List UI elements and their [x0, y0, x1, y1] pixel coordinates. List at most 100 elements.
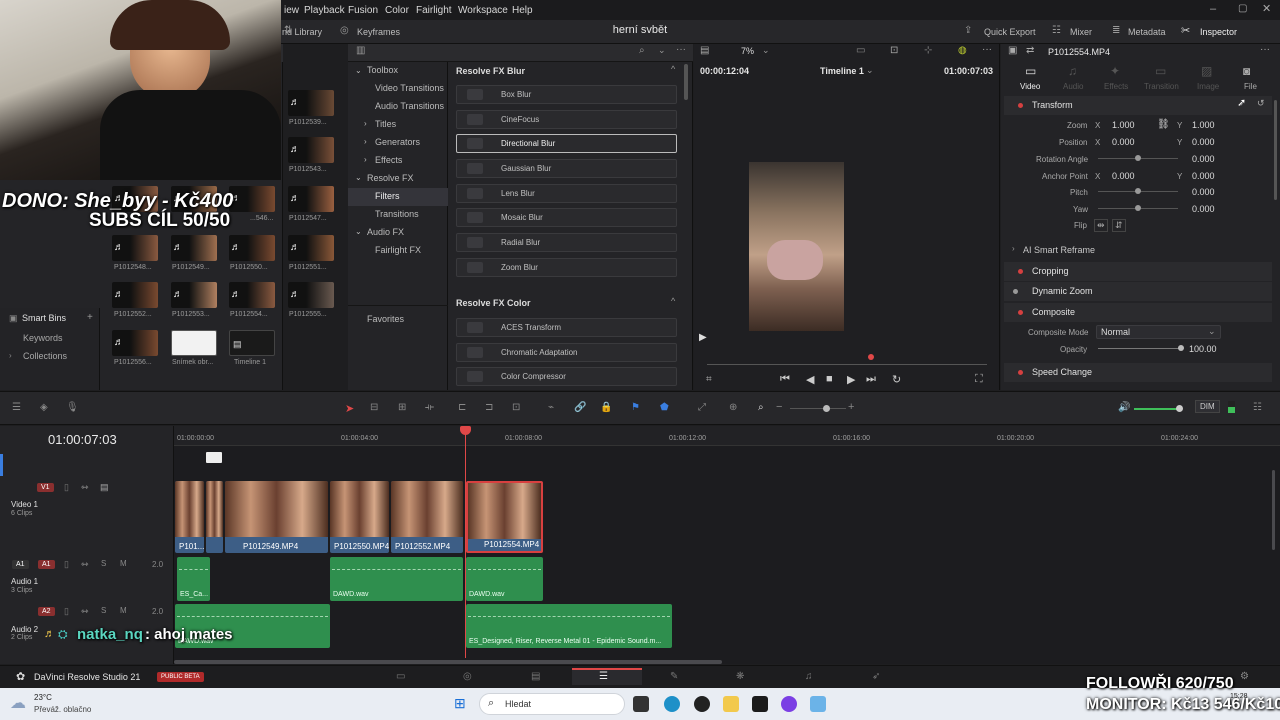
lock-icon[interactable]: 🔒 [600, 402, 612, 413]
rotation-value[interactable]: 0.000 [1192, 154, 1215, 164]
composite-enable-dot[interactable] [1018, 310, 1023, 315]
reverse-play-icon[interactable]: ◀ [806, 373, 814, 386]
cut-page-icon[interactable]: ◎ [463, 671, 472, 682]
tree-transitions[interactable]: Transitions [375, 209, 419, 219]
zoom-custom-icon[interactable]: ⌕ [758, 402, 764, 413]
video-clip[interactable]: P1012550.MP4 [330, 481, 389, 553]
replace-clip-icon[interactable]: ⊡ [512, 402, 520, 413]
clip-thumbnail[interactable]: ♬ [171, 235, 217, 261]
mixer-toggle-icon[interactable]: ☷ [1253, 402, 1262, 413]
audio-clip[interactable]: ES_Ca... [177, 557, 210, 601]
microphone-icon[interactable]: 🎙 [66, 402, 79, 413]
windows-start-icon[interactable]: ⊞ [454, 695, 466, 712]
opacity-slider-knob[interactable] [1178, 345, 1184, 351]
menu-view[interactable]: iew [284, 5, 299, 16]
app-icon[interactable] [810, 696, 826, 712]
crop-icon[interactable]: ⌗ [706, 374, 712, 385]
timeline-zoom-knob[interactable] [823, 405, 830, 412]
stop-icon[interactable]: ■ [826, 373, 833, 385]
collapse-icon[interactable]: ^ [671, 64, 675, 74]
pitch-slider-knob[interactable] [1135, 188, 1141, 194]
a1-source-tag[interactable]: A1 [12, 560, 29, 569]
menu-fusion[interactable]: Fusion [348, 5, 378, 16]
minimize-icon[interactable]: – [1210, 3, 1216, 15]
fairlight-page-icon[interactable]: ♫ [805, 671, 813, 682]
inspector-scrollbar[interactable] [1274, 100, 1277, 200]
opacity-slider[interactable] [1098, 348, 1182, 349]
composite-section[interactable]: Composite [1004, 303, 1272, 322]
tab-image[interactable]: Image [1197, 82, 1219, 91]
chevron-down-icon[interactable]: ⌄ [762, 45, 770, 56]
cropping-section[interactable]: Cropping [1004, 262, 1272, 281]
smart-bins-label[interactable]: Smart Bins [22, 313, 66, 323]
color-icon[interactable]: ◍ [958, 45, 967, 56]
viewer-scrubber[interactable] [707, 364, 987, 365]
volume-slider[interactable] [1134, 408, 1180, 410]
chevron-right-icon[interactable]: › [9, 351, 12, 360]
cropping-enable-dot[interactable] [1018, 269, 1023, 274]
chevron-right-icon[interactable]: › [364, 119, 367, 128]
more-options-icon[interactable]: ··· [676, 44, 686, 55]
tree-favorites[interactable]: Favorites [367, 314, 404, 324]
viewer-layout-icon[interactable]: ▤ [700, 45, 709, 56]
maximize-icon[interactable]: ▢ [1238, 3, 1247, 14]
speed-change-section[interactable]: Speed Change [1004, 363, 1272, 382]
effects-scrollbar[interactable] [684, 64, 688, 100]
speaker-icon[interactable]: 🔊 [1118, 402, 1130, 413]
insert-clip-icon[interactable]: ⊏ [458, 402, 466, 413]
tree-toolbox[interactable]: Toolbox [367, 65, 398, 75]
transition-tab-icon[interactable]: ▭ [1155, 64, 1166, 78]
tree-fairlight-fx[interactable]: Fairlight FX [375, 245, 421, 255]
fusion-page-icon[interactable]: ✎ [670, 671, 678, 682]
zoom-detail-icon[interactable]: ⊕ [729, 402, 737, 413]
deliver-page-icon[interactable]: ➶ [872, 671, 880, 682]
fx-box-blur[interactable]: Box Blur [456, 85, 677, 104]
clip-thumbnail[interactable]: ♬ [288, 282, 334, 308]
viewer-playhead[interactable] [868, 354, 874, 360]
timeline-scrollbar[interactable] [174, 660, 722, 664]
collapse-icon[interactable]: ^ [671, 296, 675, 306]
fx-gaussian-blur[interactable]: Gaussian Blur [456, 159, 677, 178]
screenshot-thumbnail[interactable] [171, 330, 217, 356]
tab-video[interactable]: Video [1020, 82, 1040, 91]
fx-radial-blur[interactable]: Radial Blur [456, 233, 677, 252]
sort-icon[interactable]: ⇅ [284, 25, 292, 36]
overwrite-clip-icon[interactable]: ⊐ [485, 402, 493, 413]
auto-select-icon[interactable]: ⇿ [81, 606, 89, 617]
transform-icon[interactable]: ⊹ [924, 45, 932, 56]
timeline-vscrollbar[interactable] [1272, 470, 1275, 550]
zoom-full-icon[interactable]: ⤢ [698, 402, 706, 413]
tab-transition[interactable]: Transition [1144, 82, 1179, 91]
anchor-y-value[interactable]: 0.000 [1192, 171, 1215, 181]
tree-effects[interactable]: Effects [375, 155, 402, 165]
audio-tab-icon[interactable]: ♫ [1068, 64, 1077, 78]
fx-aces-transform[interactable]: ACES Transform [456, 318, 677, 337]
viewer-mode-icon[interactable]: ▭ [856, 45, 865, 56]
tree-audio-fx[interactable]: Audio FX [367, 227, 404, 237]
ai-smart-reframe[interactable]: AI Smart Reframe [1023, 245, 1095, 255]
inspector-button[interactable]: Inspector [1200, 27, 1237, 37]
composite-mode-select[interactable]: Normal ⌄ [1096, 325, 1221, 339]
zoom-x-value[interactable]: 1.000 [1112, 120, 1135, 130]
panel-layout-icon[interactable]: ▥ [356, 45, 365, 56]
menu-fairlight[interactable]: Fairlight [416, 5, 452, 16]
lock-track-icon[interactable]: ▯ [64, 559, 69, 570]
rotation-slider-knob[interactable] [1135, 155, 1141, 161]
fx-zoom-blur[interactable]: Zoom Blur [456, 258, 677, 277]
transform-enable-dot[interactable] [1018, 103, 1023, 108]
media-page-icon[interactable]: ▭ [396, 671, 405, 682]
viewer-timeline-name[interactable]: Timeline 1 [820, 66, 864, 76]
timeline-thumbnail[interactable]: ▤ [229, 330, 275, 356]
chevron-right-icon[interactable]: › [364, 155, 367, 164]
tree-filters[interactable]: Filters [375, 191, 400, 201]
overlay-icon[interactable]: ⊡ [890, 45, 898, 56]
clip-thumbnail[interactable]: ♬ [288, 90, 334, 116]
trim-tool-icon[interactable]: ⊟ [370, 402, 378, 413]
skip-to-end-icon[interactable]: ⏭ [866, 373, 876, 386]
edit-timeline-icon[interactable]: ☰ [599, 671, 608, 682]
chevron-down-icon[interactable]: ⌄ [355, 227, 362, 236]
video-clip[interactable]: P101... [175, 481, 204, 553]
flip-vertical-icon[interactable]: ⇵ [1112, 219, 1126, 232]
inspector-toggle-icon[interactable]: ⇄ [1026, 45, 1034, 56]
davinci-taskbar-icon[interactable] [752, 696, 768, 712]
